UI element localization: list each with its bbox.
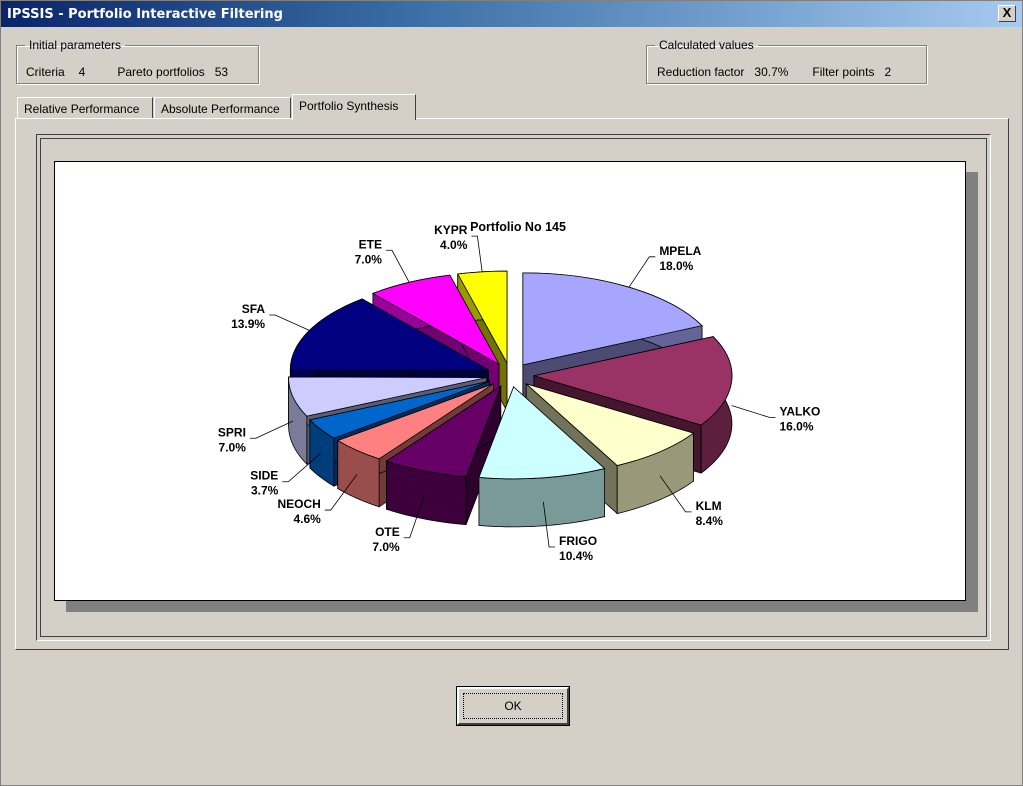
slice-value-sfa: 13.9% bbox=[231, 317, 265, 331]
reduction-factor-value: 30.7% bbox=[754, 65, 789, 79]
ok-button[interactable]: OK bbox=[456, 686, 570, 726]
reduction-factor-label: Reduction factor bbox=[657, 65, 745, 79]
filter-points-value: 2 bbox=[884, 65, 892, 79]
tab-absolute-performance[interactable]: Absolute Performance bbox=[154, 97, 291, 119]
slice-label-frigo: FRIGO bbox=[559, 534, 597, 548]
dialog-window: IPSSIS - Portfolio Interactive Filtering… bbox=[0, 0, 1023, 786]
calculated-values-legend: Calculated values bbox=[659, 38, 754, 52]
slice-value-klm: 8.4% bbox=[696, 514, 724, 528]
leader-line-yalko bbox=[731, 405, 776, 418]
tab-relative-performance[interactable]: Relative Performance bbox=[17, 97, 153, 119]
slice-label-yalko: YALKO bbox=[779, 404, 820, 418]
slice-value-mpela: 18.0% bbox=[659, 259, 693, 273]
leader-line-sfa bbox=[269, 314, 310, 331]
initial-parameters-group: Initial parameters Criteria 4 Pareto por… bbox=[16, 38, 259, 84]
slice-label-ote: OTE bbox=[375, 525, 400, 539]
slice-label-klm: KLM bbox=[696, 499, 722, 513]
slice-value-yalko: 16.0% bbox=[779, 419, 813, 433]
title-bar[interactable]: IPSSIS - Portfolio Interactive Filtering… bbox=[1, 1, 1022, 27]
leader-line-mpela bbox=[628, 256, 656, 288]
criteria-label: Criteria bbox=[26, 65, 65, 79]
pareto-portfolios-value: 53 bbox=[214, 65, 229, 79]
slice-label-kypr: KYPR bbox=[434, 223, 468, 237]
leader-line-ete bbox=[385, 249, 410, 283]
calculated-values-group: Calculated values Reduction factor 30.7%… bbox=[646, 38, 927, 84]
leader-line-kypr bbox=[471, 235, 483, 272]
criteria-value: 4 bbox=[78, 65, 86, 79]
slice-label-neoch: NEOCH bbox=[277, 497, 320, 511]
pie-chart: Portfolio No 145 MPELA 18.0% YALKO 16.0% KLM… bbox=[54, 161, 966, 601]
chart-title: Portfolio No 145 bbox=[470, 220, 566, 234]
slice-value-ete: 7.0% bbox=[355, 252, 383, 266]
slice-label-side: SIDE bbox=[250, 469, 278, 483]
ok-button-label: OK bbox=[504, 699, 522, 713]
slice-value-spri: 7.0% bbox=[219, 440, 247, 454]
slice-value-frigo: 10.4% bbox=[559, 549, 593, 563]
slice-value-neoch: 4.6% bbox=[293, 512, 321, 526]
tab-portfolio-synthesis[interactable]: Portfolio Synthesis bbox=[292, 94, 416, 120]
initial-parameters-legend: Initial parameters bbox=[29, 38, 122, 52]
filter-points-label: Filter points bbox=[812, 65, 875, 79]
pareto-portfolios-label: Pareto portfolios bbox=[117, 65, 205, 79]
close-button[interactable]: X bbox=[998, 5, 1016, 22]
slice-value-side: 3.7% bbox=[251, 484, 279, 498]
window-title: IPSSIS - Portfolio Interactive Filtering bbox=[7, 7, 283, 22]
slice-label-sfa: SFA bbox=[242, 302, 266, 316]
slice-label-mpela: MPELA bbox=[659, 244, 701, 258]
leader-line-spri bbox=[249, 420, 294, 439]
pie-chart-svg: Portfolio No 145 MPELA18.0% YALKO16.0% KLM… bbox=[218, 220, 820, 563]
slice-label-spri: SPRI bbox=[218, 425, 246, 439]
slice-value-ote: 7.0% bbox=[372, 540, 400, 554]
slice-value-kypr: 4.0% bbox=[440, 238, 468, 252]
slice-label-ete: ETE bbox=[359, 237, 382, 251]
